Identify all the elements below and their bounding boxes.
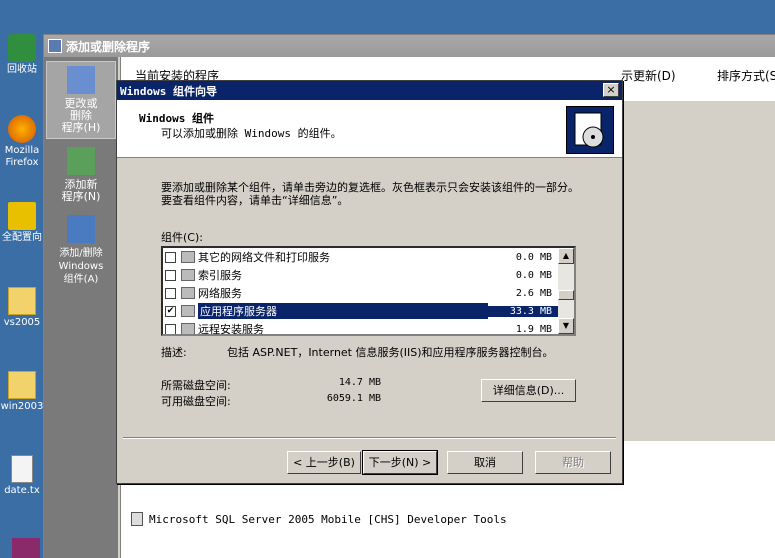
component-description: 描述: 包括 ASP.NET，Internet 信息服务(IIS)和应用程序服务… <box>161 346 567 360</box>
windows-components-wizard: Windows 组件向导 × Windows 组件 可以添加或删除 Window… <box>116 80 623 484</box>
add-remove-windows-components-button[interactable]: 添加/删除 Windows 组件(A) <box>46 211 116 290</box>
next-button[interactable]: 下一步(N) > <box>362 450 438 475</box>
component-size: 1.9 MB <box>515 323 552 335</box>
program-name: Microsoft SQL Server 2005 Mobile [CHS] D… <box>149 512 507 526</box>
config-wizard-desktop-icon[interactable]: 全配置向 <box>0 202 44 244</box>
change-remove-programs-button[interactable]: 更改或 删除 程序(H) <box>46 61 116 139</box>
date-txt-desktop-icon[interactable]: date.tx <box>0 455 44 497</box>
components-list[interactable]: 其它的网络文件和打印服务 0.0 MB 索引服务 0.0 MB 网络服务 2.6… <box>161 246 576 336</box>
desktop-icon-label: win2003 <box>0 401 44 412</box>
components-label: 组件(C): <box>161 231 203 244</box>
scroll-down-icon[interactable]: ▼ <box>558 318 574 334</box>
programs-icon <box>48 39 62 53</box>
required-space-row: 所需磁盘空间: 14.7 MB <box>161 377 381 393</box>
firefox-icon <box>8 115 36 143</box>
required-space-value: 14.7 MB <box>338 377 381 388</box>
firefox-desktop-icon[interactable]: Mozilla Firefox <box>0 115 44 169</box>
network-services-icon <box>181 251 195 263</box>
side-btn-label: 添加/删除 Windows 组件(A) <box>58 248 104 285</box>
folder-icon <box>8 371 36 399</box>
component-row[interactable]: 远程安装服务 1.9 MB <box>165 320 558 336</box>
component-size: 2.6 MB <box>515 287 552 299</box>
windows-components-icon <box>67 215 95 243</box>
program-list-item[interactable]: Microsoft SQL Server 2005 Mobile [CHS] D… <box>131 512 507 526</box>
win2003-folder-desktop-icon[interactable]: win2003 <box>0 371 44 413</box>
recycle-bin-icon <box>8 34 36 62</box>
wizard-header-subtitle: 可以添加或删除 Windows 的组件。 <box>161 127 342 140</box>
available-space-key: 可用磁盘空间: <box>161 395 231 408</box>
component-checkbox[interactable] <box>165 269 176 281</box>
close-button[interactable]: × <box>603 83 619 97</box>
application-server-icon <box>181 305 195 317</box>
component-name: 应用程序服务器 <box>198 303 488 319</box>
side-btn-label: 更改或 删除 程序(H) <box>61 97 101 134</box>
description-value: 包括 ASP.NET，Internet 信息服务(IIS)和应用程序服务器控制台… <box>227 346 554 359</box>
details-button[interactable]: 详细信息(D)... <box>481 379 576 402</box>
component-checkbox[interactable] <box>165 323 176 334</box>
show-updates-checkbox-label[interactable]: 示更新(D) <box>621 67 676 84</box>
scroll-up-icon[interactable]: ▲ <box>558 248 574 264</box>
arp-sidebar: 更改或 删除 程序(H) 添加新 程序(N) 添加/删除 Windows 组件(… <box>44 57 118 558</box>
available-space-row: 可用磁盘空间: 6059.1 MB <box>161 393 381 409</box>
available-space-value: 6059.1 MB <box>326 393 381 404</box>
component-size: 0.0 MB <box>515 269 552 281</box>
indexing-service-icon <box>181 269 195 281</box>
program-icon <box>131 512 143 526</box>
arp-title: 添加或删除程序 <box>66 39 151 54</box>
winrar-desktop-icon[interactable] <box>4 538 48 558</box>
winrar-icon <box>12 538 40 558</box>
component-name: 网络服务 <box>198 287 242 300</box>
sort-by-label: 排序方式(S <box>717 69 775 83</box>
wizard-title: Windows 组件向导 <box>120 84 217 98</box>
side-btn-label: 添加新 程序(N) <box>61 178 101 203</box>
component-name: 其它的网络文件和打印服务 <box>198 251 330 264</box>
help-button[interactable]: 帮助 <box>535 451 611 474</box>
component-size: 33.3 MB <box>488 305 558 317</box>
wizard-titlebar[interactable]: Windows 组件向导 <box>117 81 622 100</box>
change-remove-icon <box>67 66 95 94</box>
config-wizard-icon <box>8 202 36 230</box>
component-size: 0.0 MB <box>515 251 552 263</box>
recycle-bin-desktop-icon[interactable]: 回收站 <box>0 34 44 76</box>
components-scrollbar[interactable]: ▲ ▼ <box>558 248 574 334</box>
arp-titlebar[interactable]: 添加或删除程序 <box>44 35 775 57</box>
text-file-icon <box>11 455 33 483</box>
component-row[interactable]: 其它的网络文件和打印服务 0.0 MB <box>165 248 558 266</box>
back-button[interactable]: < 上一步(B) <box>287 451 361 474</box>
component-row[interactable]: 网络服务 2.6 MB <box>165 284 558 302</box>
add-new-icon <box>67 147 95 175</box>
description-key: 描述: <box>161 346 187 359</box>
cd-box-icon <box>566 106 614 154</box>
desktop-icon-label: date.tx <box>4 485 40 496</box>
desktop-icon-label: Mozilla <box>4 145 40 156</box>
component-checkbox[interactable] <box>165 251 176 263</box>
wizard-header: Windows 组件 可以添加或删除 Windows 的组件。 <box>117 100 622 158</box>
desktop-icon-label: 全配置向 <box>2 232 42 243</box>
add-new-programs-button[interactable]: 添加新 程序(N) <box>46 143 116 207</box>
required-space-key: 所需磁盘空间: <box>161 379 231 392</box>
network-services-icon <box>181 287 195 299</box>
scrollbar-thumb[interactable] <box>558 290 574 300</box>
component-checkbox[interactable] <box>165 287 176 299</box>
wizard-separator <box>123 437 616 439</box>
desktop-icon-label: 回收站 <box>7 64 37 75</box>
folder-icon <box>8 287 36 315</box>
wizard-header-title: Windows 组件 <box>139 112 214 125</box>
wizard-description: 要添加或删除某个组件，请单击旁边的复选框。灰色框表示只会安装该组件的一部分。要查… <box>161 181 579 207</box>
component-row[interactable]: ✔ 应用程序服务器 33.3 MB <box>165 302 558 320</box>
component-checkbox-checked[interactable]: ✔ <box>165 305 176 317</box>
component-name: 索引服务 <box>198 269 242 282</box>
desktop-icon-label: Firefox <box>5 157 39 168</box>
desktop-icon-label: vs2005 <box>3 317 41 328</box>
vs2005-folder-desktop-icon[interactable]: vs2005 <box>0 287 44 329</box>
remote-install-icon <box>181 323 195 334</box>
cancel-button[interactable]: 取消 <box>447 451 523 474</box>
component-name: 远程安装服务 <box>198 323 264 336</box>
component-row[interactable]: 索引服务 0.0 MB <box>165 266 558 284</box>
